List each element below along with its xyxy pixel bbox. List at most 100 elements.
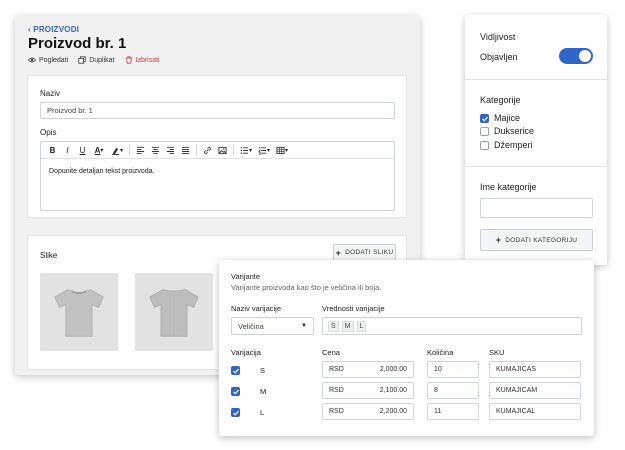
link-icon[interactable] [200,142,215,159]
images-label: Slike [40,251,58,260]
tshirt-front-image [54,289,104,337]
categories-label: Kategorije [480,95,521,105]
quantity-input[interactable]: 11 [427,403,479,420]
col-variant: Varijacija [231,348,261,357]
currency-label: RSD [329,387,344,394]
category-checkbox-dzemperi[interactable] [480,141,489,150]
check-icon [233,368,239,374]
col-price: Cena [322,348,340,357]
toolbar-divider [196,144,197,156]
sku-input[interactable]: KUMAJICAL [489,403,581,420]
value-tag[interactable]: S [328,320,339,332]
divider [465,79,607,80]
bold-icon[interactable]: B [45,142,60,159]
eye-icon [28,57,36,63]
check-icon [233,389,239,395]
align-right-icon[interactable] [163,142,178,159]
category-checkbox-majice[interactable] [480,114,489,123]
add-image-label: DODATI SLIKU [345,249,394,256]
visibility-label: Vidljivost [480,32,516,42]
editor-toolbar: B I U A ▾ ▾ ▾ ▾ ▾ [41,142,394,159]
price-input[interactable]: RSD 2,200.00 [322,403,414,420]
currency-label: RSD [329,408,344,415]
variant-row-checkbox[interactable] [231,366,240,375]
variant-values-input[interactable]: S M L [322,317,582,335]
details-panel: Naziv Proizvod br. 1 Opis B I U A ▾ ▾ ▾ … [27,75,407,218]
duplicate-button[interactable]: Duplikat [78,56,115,64]
page-title: Proizvod br. 1 [28,35,127,52]
sku-input[interactable]: KUMAJICAS [489,361,581,378]
col-sku: SKU [489,348,505,357]
description-editor[interactable]: B I U A ▾ ▾ ▾ ▾ ▾ Dopunite detaljan teks… [40,141,395,211]
category-name-input[interactable] [480,198,593,218]
add-image-button[interactable]: + DODATI SLIKU [333,244,396,261]
price-input[interactable]: RSD 2,100.00 [322,382,414,399]
text-color-icon[interactable]: A ▾ [90,142,108,159]
price-value: 2,200.00 [379,408,407,415]
tshirt-back-image [149,289,199,337]
italic-icon[interactable]: I [60,142,75,159]
category-name-label: Ime kategorije [480,182,537,192]
align-center-icon[interactable] [148,142,163,159]
category-checkbox-dukserice[interactable] [480,127,489,136]
toolbar-divider [129,144,130,156]
bullet-list-icon[interactable]: ▾ [237,142,255,159]
description-label: Opis [40,128,57,137]
name-input[interactable]: Proizvod br. 1 [40,102,395,119]
view-label: Pogledati [39,56,69,64]
category-label: Dukserice [494,126,535,136]
sidebar-card: Vidljivost Objavljen Kategorije Majice D… [465,15,607,265]
quantity-input[interactable]: 10 [427,361,479,378]
table-icon[interactable]: ▾ [273,142,291,159]
numbered-list-icon[interactable]: ▾ [255,142,273,159]
check-icon [233,410,239,416]
copy-icon [78,56,86,64]
value-tag[interactable]: L [356,320,367,332]
variant-size: L [260,408,265,417]
plus-icon: + [495,235,502,245]
add-category-button[interactable]: + DODATI KATEGORIJU [480,229,593,251]
duplicate-label: Duplikat [89,56,115,64]
variant-name-select[interactable]: Veličina ▼ [231,317,314,335]
product-actions: Pogledati Duplikat Izbrisati [28,56,160,64]
add-category-label: DODATI KATEGORIJU [505,236,578,244]
trash-icon [125,56,132,64]
divider [465,166,607,167]
price-value: 2,100.00 [379,387,407,394]
price-input[interactable]: RSD 2,000.00 [322,361,414,378]
check-icon [482,116,488,122]
view-button[interactable]: Pogledati [28,56,68,64]
highlight-icon[interactable]: ▾ [108,142,126,159]
delete-button[interactable]: Izbrisati [125,56,160,64]
variant-size: M [260,387,267,396]
variant-name-label: Naziv varijacije [231,304,282,313]
value-tag[interactable]: M [341,320,354,332]
sku-input[interactable]: KUMAJICAM [489,382,581,399]
toggle-knob [579,50,591,62]
category-label: Majice [494,113,521,123]
published-toggle[interactable] [559,48,593,64]
align-left-icon[interactable] [133,142,148,159]
product-image-back[interactable] [135,273,213,351]
underline-icon[interactable]: U [75,142,90,159]
variants-card: Varijante Varijante proizvoda kao što je… [219,260,594,436]
price-value: 2,000.00 [379,366,407,373]
plus-icon: + [335,247,342,258]
align-justify-icon[interactable] [178,142,193,159]
currency-label: RSD [329,366,344,373]
variant-row-checkbox[interactable] [231,387,240,396]
toolbar-divider [233,144,234,156]
category-label: Džemperi [494,140,533,150]
quantity-input[interactable]: 8 [427,382,479,399]
variants-title: Varijante [231,272,261,281]
product-image-front[interactable] [40,273,118,351]
variant-row-checkbox[interactable] [231,408,240,417]
variant-name-value: Veličina [238,321,264,331]
published-label: Objavljen [480,52,518,62]
back-to-products-link[interactable]: ‹ PROIZVODI [28,25,79,34]
name-label: Naziv [40,89,61,98]
description-text: Dopunite detaljan tekst proizvoda. [49,168,155,175]
col-quantity: Količina [427,348,454,357]
image-icon[interactable] [215,142,230,159]
variant-size: S [260,366,266,375]
